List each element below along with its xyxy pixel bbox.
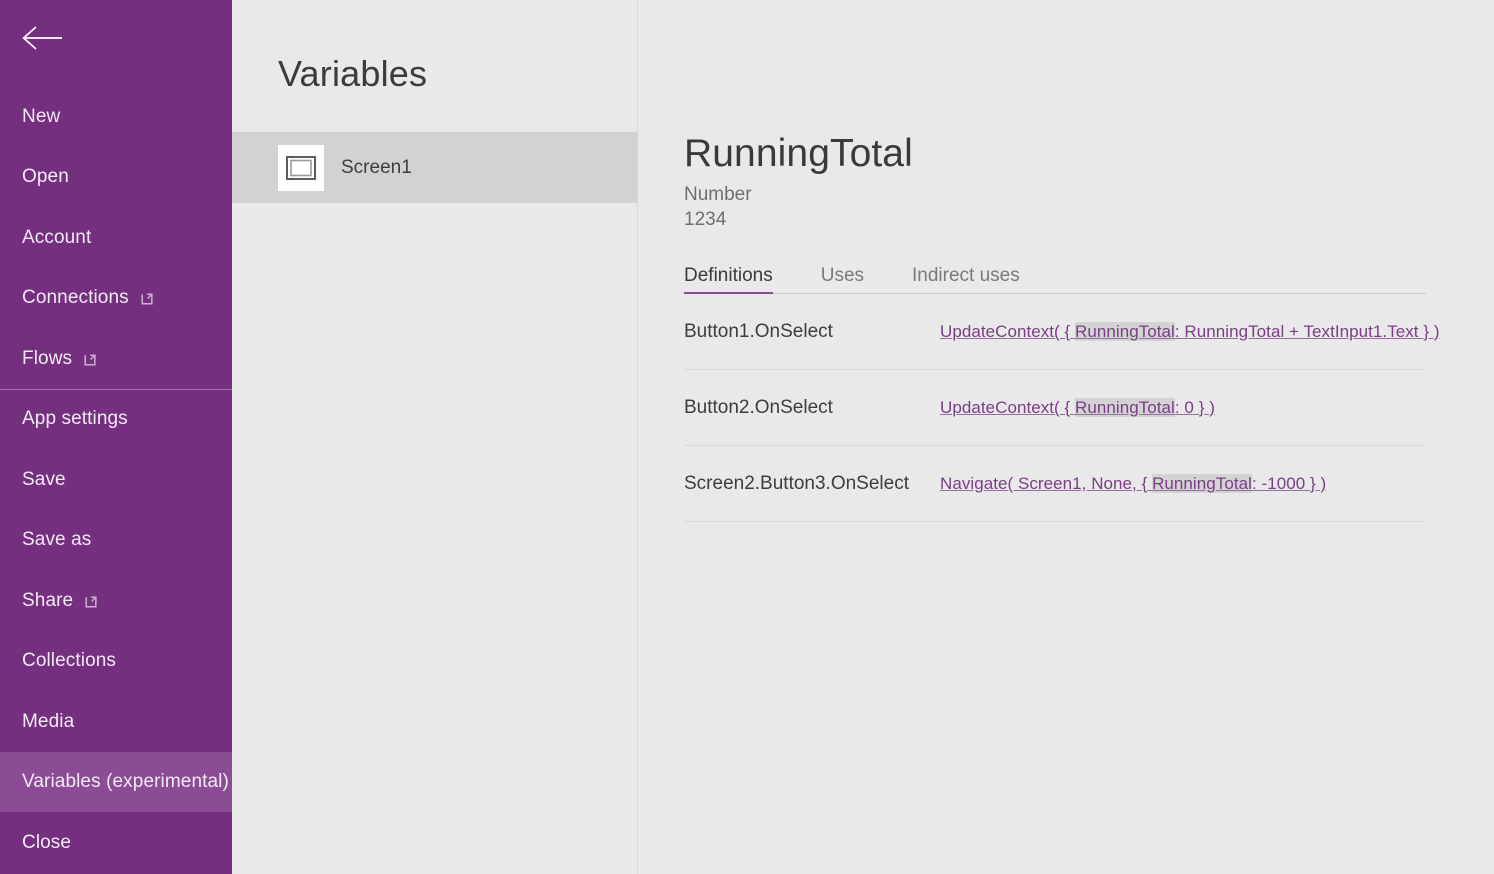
nav-item-label: Open [22,167,69,186]
nav-item-label: App settings [22,409,128,428]
nav-item-label: Share [22,591,73,610]
nav-item-label: Save as [22,530,91,549]
table-row: Button1.OnSelect UpdateContext( { Runnin… [684,294,1426,370]
external-link-icon [85,593,100,608]
variable-type-label: Number [684,183,1426,207]
nav-item-media[interactable]: Media [0,691,232,752]
formula-highlight: RunningTotal [1152,474,1252,493]
nav-item-label: Account [22,228,91,247]
definition-target: Button1.OnSelect [684,321,940,343]
external-link-icon [141,290,156,305]
nav-item-list: New Open Account Connections [0,86,232,873]
nav-item-open[interactable]: Open [0,147,232,208]
variable-name-heading: RunningTotal [684,134,1426,175]
nav-item-label: New [22,107,60,126]
nav-item-save[interactable]: Save [0,449,232,510]
nav-item-app-settings[interactable]: App settings [0,389,232,450]
variable-value-label: 1234 [684,207,1426,234]
nav-item-label: Variables (experimental) [22,772,229,791]
nav-item-label: Collections [22,651,116,670]
formula-prefix: UpdateContext( { [940,398,1075,417]
tab-definitions[interactable]: Definitions [684,266,773,293]
tab-uses[interactable]: Uses [821,266,864,293]
formula-prefix: Navigate( Screen1, None, { [940,474,1152,493]
screen-list-item-screen1[interactable]: Screen1 [232,132,637,203]
definition-formula-link[interactable]: UpdateContext( { RunningTotal: RunningTo… [940,322,1440,342]
nav-item-save-as[interactable]: Save as [0,510,232,571]
nav-item-close[interactable]: Close [0,812,232,873]
formula-suffix: : 0 } ) [1175,398,1215,417]
back-button[interactable] [16,14,68,66]
nav-item-connections[interactable]: Connections [0,268,232,329]
nav-item-flows[interactable]: Flows [0,328,232,389]
variables-panel: Variables Screen1 [232,0,638,874]
formula-highlight: RunningTotal [1075,322,1175,341]
powerapps-variables-screen: New Open Account Connections [0,0,1494,874]
nav-item-account[interactable]: Account [0,207,232,268]
table-row: Button2.OnSelect UpdateContext( { Runnin… [684,370,1426,446]
formula-prefix: UpdateContext( { [940,322,1075,341]
nav-item-variables[interactable]: Variables (experimental) [0,752,232,813]
back-arrow-icon [20,25,64,56]
left-nav-rail: New Open Account Connections [0,0,232,874]
definition-formula-link[interactable]: Navigate( Screen1, None, { RunningTotal:… [940,474,1326,494]
nav-item-share[interactable]: Share [0,570,232,631]
definition-target: Button2.OnSelect [684,397,940,419]
variables-panel-title: Variables [278,56,427,92]
tab-indirect-uses[interactable]: Indirect uses [912,266,1020,293]
detail-tab-bar: Definitions Uses Indirect uses [684,260,1426,294]
external-link-icon [84,351,99,366]
formula-highlight: RunningTotal [1075,398,1175,417]
screen-list-item-label: Screen1 [341,157,412,179]
definition-target: Screen2.Button3.OnSelect [684,473,940,495]
nav-item-label: Flows [22,349,72,368]
nav-item-label: Close [22,833,71,852]
nav-item-label: Save [22,470,66,489]
formula-suffix: : RunningTotal + TextInput1.Text } ) [1175,322,1440,341]
table-row: Screen2.Button3.OnSelect Navigate( Scree… [684,446,1426,522]
screen-thumbnail-icon [278,145,324,191]
nav-item-collections[interactable]: Collections [0,631,232,692]
nav-item-label: Media [22,712,74,731]
definition-formula-link[interactable]: UpdateContext( { RunningTotal: 0 } ) [940,398,1215,418]
nav-item-new[interactable]: New [0,86,232,147]
nav-item-label: Connections [22,288,129,307]
variable-detail-pane: RunningTotal Number 1234 Definitions Use… [638,0,1494,874]
definition-rows: Button1.OnSelect UpdateContext( { Runnin… [684,294,1426,522]
formula-suffix: : -1000 } ) [1252,474,1326,493]
